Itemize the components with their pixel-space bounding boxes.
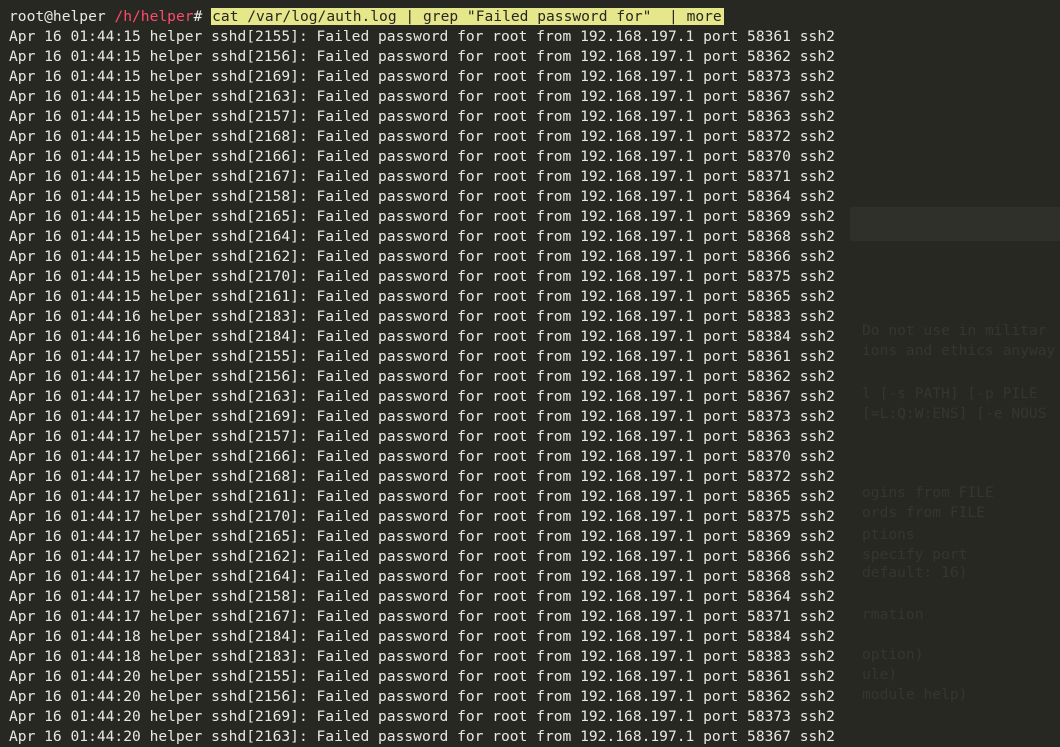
terminal-window[interactable]: Do not use in militar ions and ethics an…: [0, 0, 1060, 747]
prompt-line[interactable]: root@helper /h/helper# cat /var/log/auth…: [9, 7, 1060, 27]
log-line: Apr 16 01:44:17 helper sshd[2169]: Faile…: [9, 408, 835, 425]
log-line: Apr 16 01:44:15 helper sshd[2168]: Faile…: [9, 128, 835, 145]
log-line: Apr 16 01:44:20 helper sshd[2155]: Faile…: [9, 668, 835, 685]
log-line: Apr 16 01:44:15 helper sshd[2170]: Faile…: [9, 268, 835, 285]
log-line: Apr 16 01:44:18 helper sshd[2183]: Faile…: [9, 648, 835, 665]
log-line: Apr 16 01:44:20 helper sshd[2163]: Faile…: [9, 728, 835, 745]
log-line: Apr 16 01:44:15 helper sshd[2163]: Faile…: [9, 88, 835, 105]
log-line: Apr 16 01:44:15 helper sshd[2165]: Faile…: [9, 208, 835, 225]
log-line: Apr 16 01:44:17 helper sshd[2161]: Faile…: [9, 488, 835, 505]
command-text[interactable]: cat /var/log/auth.log | grep "Failed pas…: [211, 8, 724, 25]
log-line: Apr 16 01:44:18 helper sshd[2184]: Faile…: [9, 628, 835, 645]
log-line: Apr 16 01:44:17 helper sshd[2162]: Faile…: [9, 548, 835, 565]
log-line: Apr 16 01:44:17 helper sshd[2168]: Faile…: [9, 468, 835, 485]
log-line: Apr 16 01:44:17 helper sshd[2163]: Faile…: [9, 388, 835, 405]
log-line: Apr 16 01:44:17 helper sshd[2155]: Faile…: [9, 348, 835, 365]
log-line: Apr 16 01:44:20 helper sshd[2156]: Faile…: [9, 688, 835, 705]
log-line: Apr 16 01:44:17 helper sshd[2165]: Faile…: [9, 528, 835, 545]
log-line: Apr 16 01:44:15 helper sshd[2162]: Faile…: [9, 248, 835, 265]
log-line: Apr 16 01:44:17 helper sshd[2166]: Faile…: [9, 448, 835, 465]
log-line: Apr 16 01:44:15 helper sshd[2155]: Faile…: [9, 28, 835, 45]
log-line: Apr 16 01:44:17 helper sshd[2158]: Faile…: [9, 588, 835, 605]
prompt-symbol: #: [193, 8, 203, 25]
log-line: Apr 16 01:44:15 helper sshd[2157]: Faile…: [9, 108, 835, 125]
log-line: Apr 16 01:44:17 helper sshd[2164]: Faile…: [9, 568, 835, 585]
prompt-path: /h/helper: [114, 8, 194, 25]
log-line: Apr 16 01:44:15 helper sshd[2167]: Faile…: [9, 168, 835, 185]
log-line: Apr 16 01:44:17 helper sshd[2167]: Faile…: [9, 608, 835, 625]
log-line: Apr 16 01:44:15 helper sshd[2161]: Faile…: [9, 288, 835, 305]
log-line: Apr 16 01:44:16 helper sshd[2183]: Faile…: [9, 308, 835, 325]
log-line: Apr 16 01:44:17 helper sshd[2157]: Faile…: [9, 428, 835, 445]
log-line: Apr 16 01:44:17 helper sshd[2170]: Faile…: [9, 508, 835, 525]
log-line: Apr 16 01:44:17 helper sshd[2156]: Faile…: [9, 368, 835, 385]
prompt-user-host: root@helper: [9, 8, 106, 25]
log-line: Apr 16 01:44:20 helper sshd[2169]: Faile…: [9, 708, 835, 725]
terminal-output: root@helper /h/helper# cat /var/log/auth…: [9, 7, 1060, 747]
log-line: Apr 16 01:44:15 helper sshd[2169]: Faile…: [9, 68, 835, 85]
log-line: Apr 16 01:44:15 helper sshd[2166]: Faile…: [9, 148, 835, 165]
log-line: Apr 16 01:44:15 helper sshd[2164]: Faile…: [9, 228, 835, 245]
log-line: Apr 16 01:44:15 helper sshd[2158]: Faile…: [9, 188, 835, 205]
log-line: Apr 16 01:44:15 helper sshd[2156]: Faile…: [9, 48, 835, 65]
log-line: Apr 16 01:44:16 helper sshd[2184]: Faile…: [9, 328, 835, 345]
